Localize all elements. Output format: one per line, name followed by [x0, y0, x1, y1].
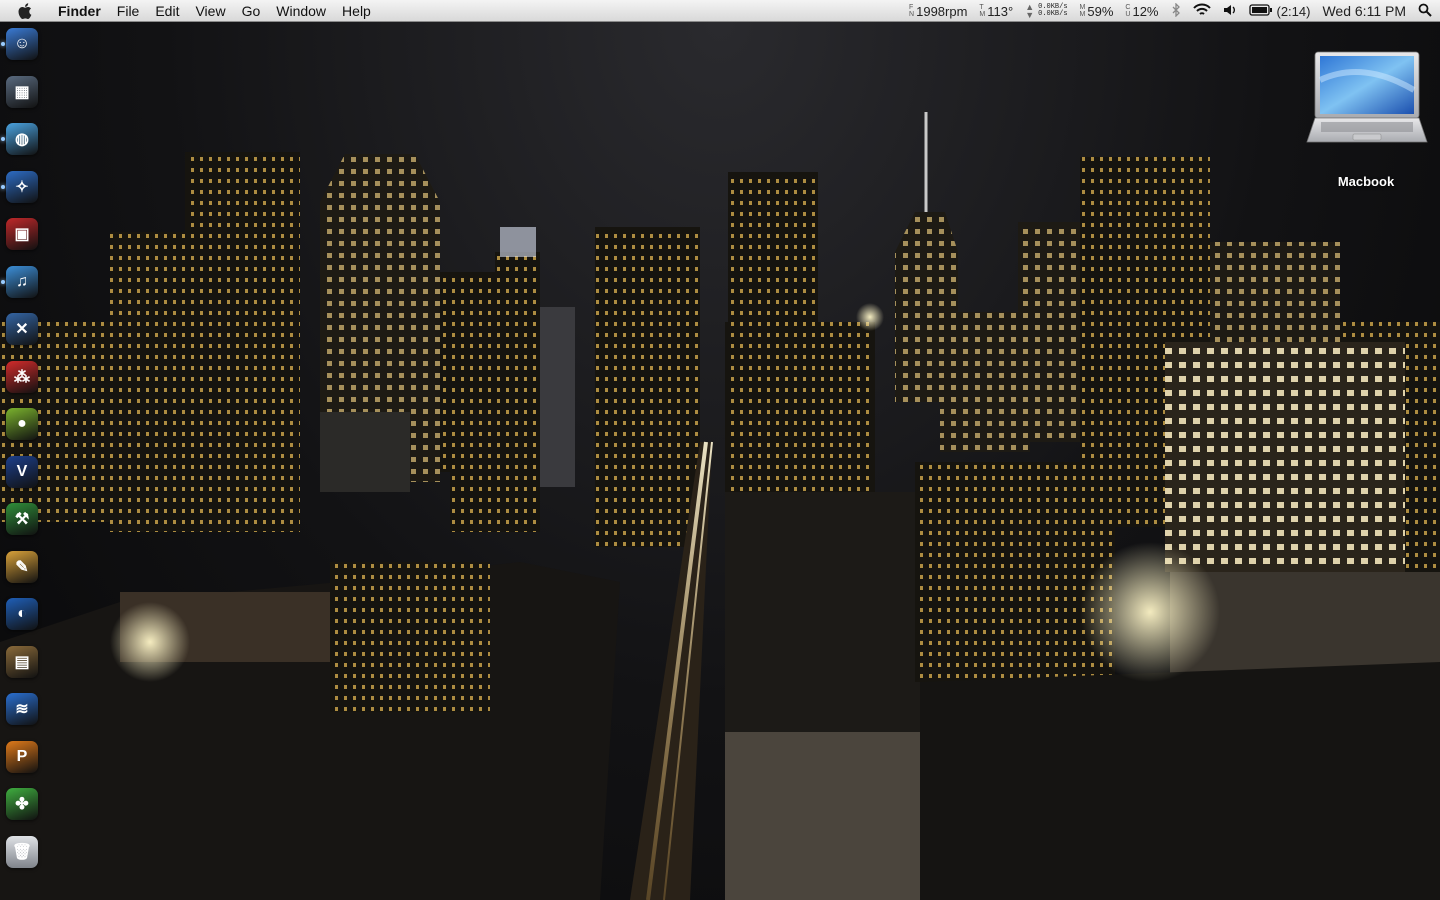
- city-skyline-illustration: [0, 112, 1440, 900]
- dock-item-safari[interactable]: ✧: [6, 170, 38, 203]
- fan-speed-value: 1998rpm: [916, 3, 968, 19]
- desktop-icon-macbook[interactable]: Macbook: [1300, 50, 1432, 200]
- dock-item-xcode[interactable]: ✕: [6, 313, 38, 345]
- spotlight-icon[interactable]: [1418, 3, 1432, 20]
- mem-label-bottom: M: [1079, 11, 1086, 18]
- dock-item-photo-booth[interactable]: ▣: [6, 218, 38, 250]
- dock-item-iphoto[interactable]: ▤: [6, 645, 38, 678]
- menu-app-finder[interactable]: Finder: [50, 0, 109, 22]
- dock-running-indicator: [1, 184, 5, 189]
- menu-extras: FN 1998rpm TM 113° ▲ ▼ 0.0KB/s 0.0KB/s MM…: [897, 0, 1432, 22]
- dock-item-app-green-figure[interactable]: ✤: [6, 788, 38, 820]
- mem-label-top: M: [1079, 4, 1086, 11]
- temperature-value: 113°: [987, 3, 1014, 19]
- app-tool-icon: ⚒: [14, 511, 30, 528]
- dock-item-itunes[interactable]: ♫: [6, 265, 38, 298]
- app-red-icon: ⁂: [14, 368, 30, 386]
- dock-running-indicator: [1, 137, 5, 141]
- dashboard-widgets-icon: ▦: [14, 83, 30, 101]
- dock-item-app-red[interactable]: ⁂: [6, 360, 38, 393]
- dock-running-indicator: [1, 279, 5, 284]
- google-earth-icon: ◐: [17, 605, 27, 622]
- laptop-icon: [1303, 50, 1429, 150]
- dock-running-indicator: [1, 42, 5, 46]
- memory-monitor[interactable]: MM 59%: [1080, 4, 1114, 19]
- desktop-wallpaper: [0, 22, 1440, 900]
- paintbrush-icon: ✎: [15, 558, 29, 576]
- cpu-label-bottom: U: [1125, 11, 1131, 18]
- menu-help[interactable]: Help: [334, 0, 379, 22]
- dock-item-trash[interactable]: 🗑: [6, 835, 38, 868]
- menu-file[interactable]: File: [109, 0, 148, 22]
- xcode-icon: ✕: [15, 321, 29, 338]
- dock-item-finder[interactable]: ☺: [6, 28, 38, 60]
- safari-icon: ✧: [15, 178, 29, 196]
- apple-icon[interactable]: [18, 0, 38, 22]
- photo-booth-icon: ▣: [14, 226, 30, 243]
- dock-item-app-green[interactable]: ●: [6, 408, 38, 440]
- cpu-monitor[interactable]: CU 12%: [1125, 4, 1158, 19]
- desktop-icon-label: Macbook: [1337, 174, 1395, 189]
- app-green-figure-icon: ✤: [15, 796, 29, 813]
- battery-icon: [1248, 3, 1273, 19]
- iphoto-icon: ▤: [14, 653, 30, 671]
- menu-view[interactable]: View: [187, 0, 233, 22]
- menu-bar: Finder File Edit View Go Window Help FN …: [0, 0, 1440, 22]
- menu-window[interactable]: Window: [268, 0, 334, 22]
- dock: ☺ ▦ ◍ ✧ ▣ ♫ ✕ ⁂ ● V ⚒ ✎ ◐ ▤ ≋ P ✤ 🗑: [0, 22, 46, 900]
- network-monitor[interactable]: ▲ ▼ 0.0KB/s 0.0KB/s: [1025, 2, 1068, 20]
- memory-value: 59%: [1087, 3, 1114, 19]
- dock-item-paintbrush[interactable]: ✎: [6, 550, 38, 583]
- network-download-value: 0.0KB/s: [1038, 10, 1068, 18]
- dock-item-google-earth[interactable]: ◐: [6, 598, 38, 630]
- dock-item-app-tool[interactable]: ⚒: [6, 503, 38, 535]
- dock-item-app-orange[interactable]: P: [6, 740, 38, 773]
- dock-item-ichat[interactable]: ◍: [6, 123, 38, 155]
- volume-icon[interactable]: [1223, 3, 1237, 20]
- finder-icon: ☺: [13, 35, 31, 52]
- app-green-icon: ●: [17, 415, 27, 432]
- app-orange-icon: P: [16, 747, 28, 765]
- dock-item-vlc-v[interactable]: V: [6, 455, 38, 488]
- fan-label-top: F: [909, 4, 914, 11]
- dock-item-dashboard-widgets[interactable]: ▦: [6, 75, 38, 108]
- dock-item-app-blue-wave[interactable]: ≋: [6, 693, 38, 725]
- network-arrows-icon: ▲ ▼: [1025, 2, 1035, 20]
- itunes-icon: ♫: [16, 272, 28, 290]
- menu-go[interactable]: Go: [234, 0, 269, 22]
- trash-icon: 🗑: [11, 843, 33, 861]
- cpu-label-top: C: [1125, 4, 1131, 11]
- battery-time: (2:14): [1276, 3, 1311, 19]
- ichat-icon: ◍: [15, 131, 29, 148]
- app-blue-wave-icon: ≋: [15, 701, 29, 718]
- menu-items: Finder File Edit View Go Window Help: [50, 0, 379, 22]
- menu-edit[interactable]: Edit: [147, 0, 187, 22]
- cpu-value: 12%: [1132, 3, 1159, 19]
- fan-speed-monitor[interactable]: FN 1998rpm: [909, 4, 967, 19]
- wifi-icon[interactable]: [1192, 3, 1211, 20]
- menubar-clock[interactable]: Wed 6:11 PM: [1322, 3, 1406, 19]
- vlc-v-icon: V: [16, 462, 28, 480]
- battery-status[interactable]: (2:14): [1248, 3, 1311, 19]
- temperature-monitor[interactable]: TM 113°: [979, 4, 1013, 19]
- temp-label-top: T: [979, 4, 984, 11]
- temp-label-bottom: M: [979, 11, 986, 18]
- fan-label-bottom: N: [909, 11, 915, 18]
- bluetooth-icon[interactable]: [1171, 1, 1181, 20]
